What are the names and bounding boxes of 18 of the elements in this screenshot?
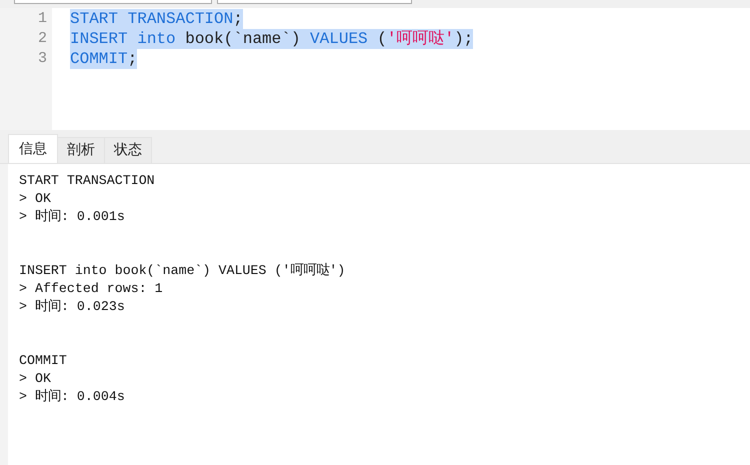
result-text: > OK (19, 370, 52, 388)
tab[interactable]: 信息 (8, 134, 58, 163)
result-text: > Affected rows: 1 (19, 280, 164, 298)
line-number: 1 (36, 9, 48, 29)
statement-text: COMMIT (19, 352, 68, 370)
result-text: > OK (19, 190, 52, 208)
tab[interactable]: 状态 (104, 137, 152, 163)
statement-text: INSERT into book(`name`) VALUES ('呵呵哒') (19, 262, 346, 280)
result-text: > 时间: 0.001s (19, 208, 126, 226)
statement-text: START TRANSACTION (19, 172, 156, 190)
toolbar-field[interactable] (14, 0, 212, 4)
toolbar-field[interactable] (217, 0, 412, 4)
line-number: 2 (36, 29, 48, 49)
tab[interactable]: 剖析 (57, 137, 105, 163)
result-text: > 时间: 0.023s (19, 298, 126, 316)
code-editor[interactable]: 1 2 3 START TRANSACTION; INSERT into book(`name`) VALUES ('呵呵哒'); COMMIT; (0, 8, 750, 133)
result-text: > 时间: 0.004s (19, 388, 126, 406)
line-number: 3 (36, 49, 48, 69)
